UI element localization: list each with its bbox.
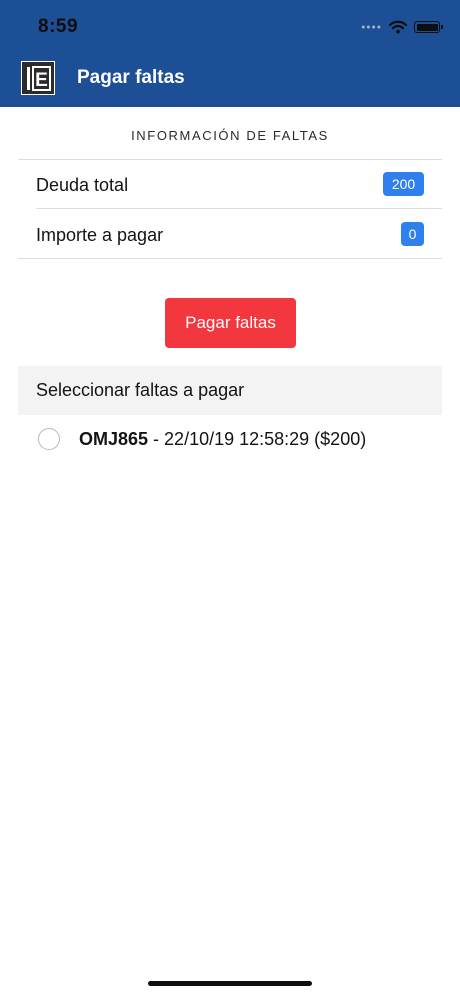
status-time: 8:59 [38,16,79,37]
divider [18,159,442,160]
fault-plate: OMJ865 [79,429,149,449]
wifi-icon [389,20,407,34]
fault-list-item[interactable]: OMJ865 - 22/10/19 12:58:29 ($200) [18,418,442,464]
page-title: Pagar faltas [77,67,185,88]
battery-icon [414,21,443,33]
fault-description: OMJ865 - 22/10/19 12:58:29 ($200) [79,429,366,450]
pay-faults-button[interactable]: Pagar faltas [165,298,296,348]
home-indicator[interactable] [148,981,312,986]
divider [18,258,442,259]
cellular-signal-icon: ●●●● [361,23,382,31]
logo-letter: E [35,70,48,91]
select-faults-header: Seleccionar faltas a pagar [18,366,442,415]
total-debt-badge: 200 [383,172,424,196]
info-section-title: INFORMACIÓN DE FALTAS [131,128,329,143]
status-icons: ●●●● [361,18,443,36]
total-debt-label: Deuda total [36,175,129,195]
radio-button[interactable] [38,428,60,450]
app-logo-icon: E [21,61,55,95]
select-faults-title: Seleccionar faltas a pagar [36,380,245,400]
fault-details: - 22/10/19 12:58:29 ($200) [148,429,367,449]
amount-to-pay-label: Importe a pagar [36,225,164,245]
amount-to-pay-badge: 0 [401,222,424,246]
divider [36,208,442,209]
